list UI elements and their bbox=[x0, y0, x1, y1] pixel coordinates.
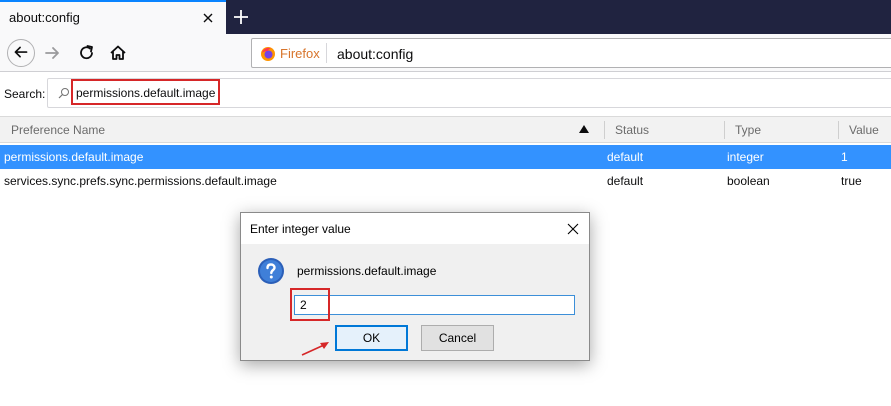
column-separator[interactable] bbox=[838, 121, 839, 139]
row-name: services.sync.prefs.sync.permissions.def… bbox=[4, 174, 277, 188]
forward-icon bbox=[45, 47, 59, 59]
tab-about-config[interactable]: about:config bbox=[0, 0, 226, 34]
table-row[interactable]: services.sync.prefs.sync.permissions.def… bbox=[0, 169, 891, 193]
tab-title: about:config bbox=[9, 10, 80, 25]
close-icon[interactable] bbox=[200, 10, 216, 26]
navigation-toolbar: Firefox about:config bbox=[0, 34, 891, 72]
close-icon[interactable] bbox=[566, 222, 580, 236]
table-header: Preference Name Status Type Value bbox=[0, 116, 891, 143]
row-status: default bbox=[607, 174, 644, 188]
integer-value-input[interactable] bbox=[294, 295, 575, 315]
column-header-type[interactable]: Type bbox=[735, 123, 761, 137]
dialog-message: permissions.default.image bbox=[297, 264, 437, 278]
row-type: boolean bbox=[727, 174, 770, 188]
url-bar[interactable]: Firefox about:config bbox=[251, 38, 891, 68]
integer-input-dialog: Enter integer value permissions.default.… bbox=[240, 212, 590, 361]
column-separator[interactable] bbox=[724, 121, 725, 139]
row-type: integer bbox=[727, 150, 764, 164]
search-highlight-annotation bbox=[71, 79, 220, 105]
tab-strip: about:config bbox=[0, 0, 891, 34]
column-separator[interactable] bbox=[604, 121, 605, 139]
search-label: Search: bbox=[4, 87, 46, 101]
home-button[interactable] bbox=[104, 39, 132, 67]
table-row[interactable]: permissions.default.image default intege… bbox=[0, 145, 891, 169]
reload-icon bbox=[80, 45, 93, 60]
arrow-annotation-icon bbox=[301, 342, 329, 356]
column-header-name[interactable]: Preference Name bbox=[11, 123, 105, 137]
row-value: true bbox=[841, 174, 862, 188]
home-icon bbox=[110, 45, 126, 60]
column-header-value[interactable]: Value bbox=[849, 123, 879, 137]
row-name: permissions.default.image bbox=[4, 150, 144, 164]
ok-button[interactable]: OK bbox=[335, 325, 408, 351]
sort-ascending-icon bbox=[579, 125, 589, 133]
plus-icon[interactable] bbox=[231, 7, 251, 27]
row-status: default bbox=[607, 150, 644, 164]
url-text: about:config bbox=[337, 46, 414, 62]
url-separator bbox=[326, 43, 327, 63]
input-highlight-annotation bbox=[290, 288, 330, 321]
column-header-status[interactable]: Status bbox=[615, 123, 649, 137]
question-icon bbox=[258, 258, 284, 284]
reload-button[interactable] bbox=[73, 39, 101, 67]
forward-button[interactable] bbox=[39, 39, 67, 67]
identity-label: Firefox bbox=[280, 46, 320, 61]
cancel-button[interactable]: Cancel bbox=[421, 325, 494, 351]
back-button[interactable] bbox=[7, 39, 35, 67]
search-icon bbox=[58, 88, 69, 99]
row-value: 1 bbox=[841, 150, 848, 164]
firefox-logo-icon bbox=[261, 47, 275, 61]
dialog-title: Enter integer value bbox=[250, 222, 351, 236]
back-icon bbox=[14, 46, 28, 58]
